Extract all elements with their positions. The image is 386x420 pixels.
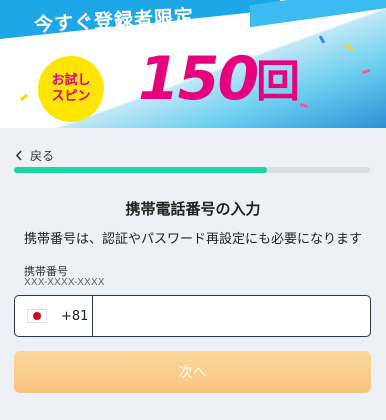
back-label: 戻る: [30, 148, 55, 163]
dial-code: +81: [61, 308, 89, 324]
trial-spin-badge: お試し スピン: [38, 56, 104, 122]
japan-flag-icon: [27, 309, 47, 323]
page-description: 携帯番号は、認証やパスワード再設定にも必要になります: [23, 232, 362, 247]
chevron-left-icon: [15, 149, 22, 161]
back-link[interactable]: 戻る: [15, 146, 54, 164]
phone-number-input[interactable]: [93, 296, 370, 336]
spin-count: 150: [138, 44, 259, 114]
promo-banner[interactable]: 今すぐ登録者限定 お試し スピン 150 回: [0, 0, 386, 128]
phone-field-hint: XXX-XXXX-XXXX: [24, 277, 105, 288]
next-button[interactable]: 次へ: [14, 351, 371, 393]
country-code-selector[interactable]: +81: [15, 296, 93, 336]
progress-bar: [14, 167, 370, 173]
badge-line-2: スピン: [51, 89, 91, 104]
badge-line-1: お試し: [51, 73, 91, 88]
spin-count-unit: 回: [256, 56, 300, 107]
page-title: 携帯電話番号の入力: [125, 200, 261, 218]
phone-input-group: +81: [14, 295, 371, 337]
progress-fill: [14, 167, 267, 173]
